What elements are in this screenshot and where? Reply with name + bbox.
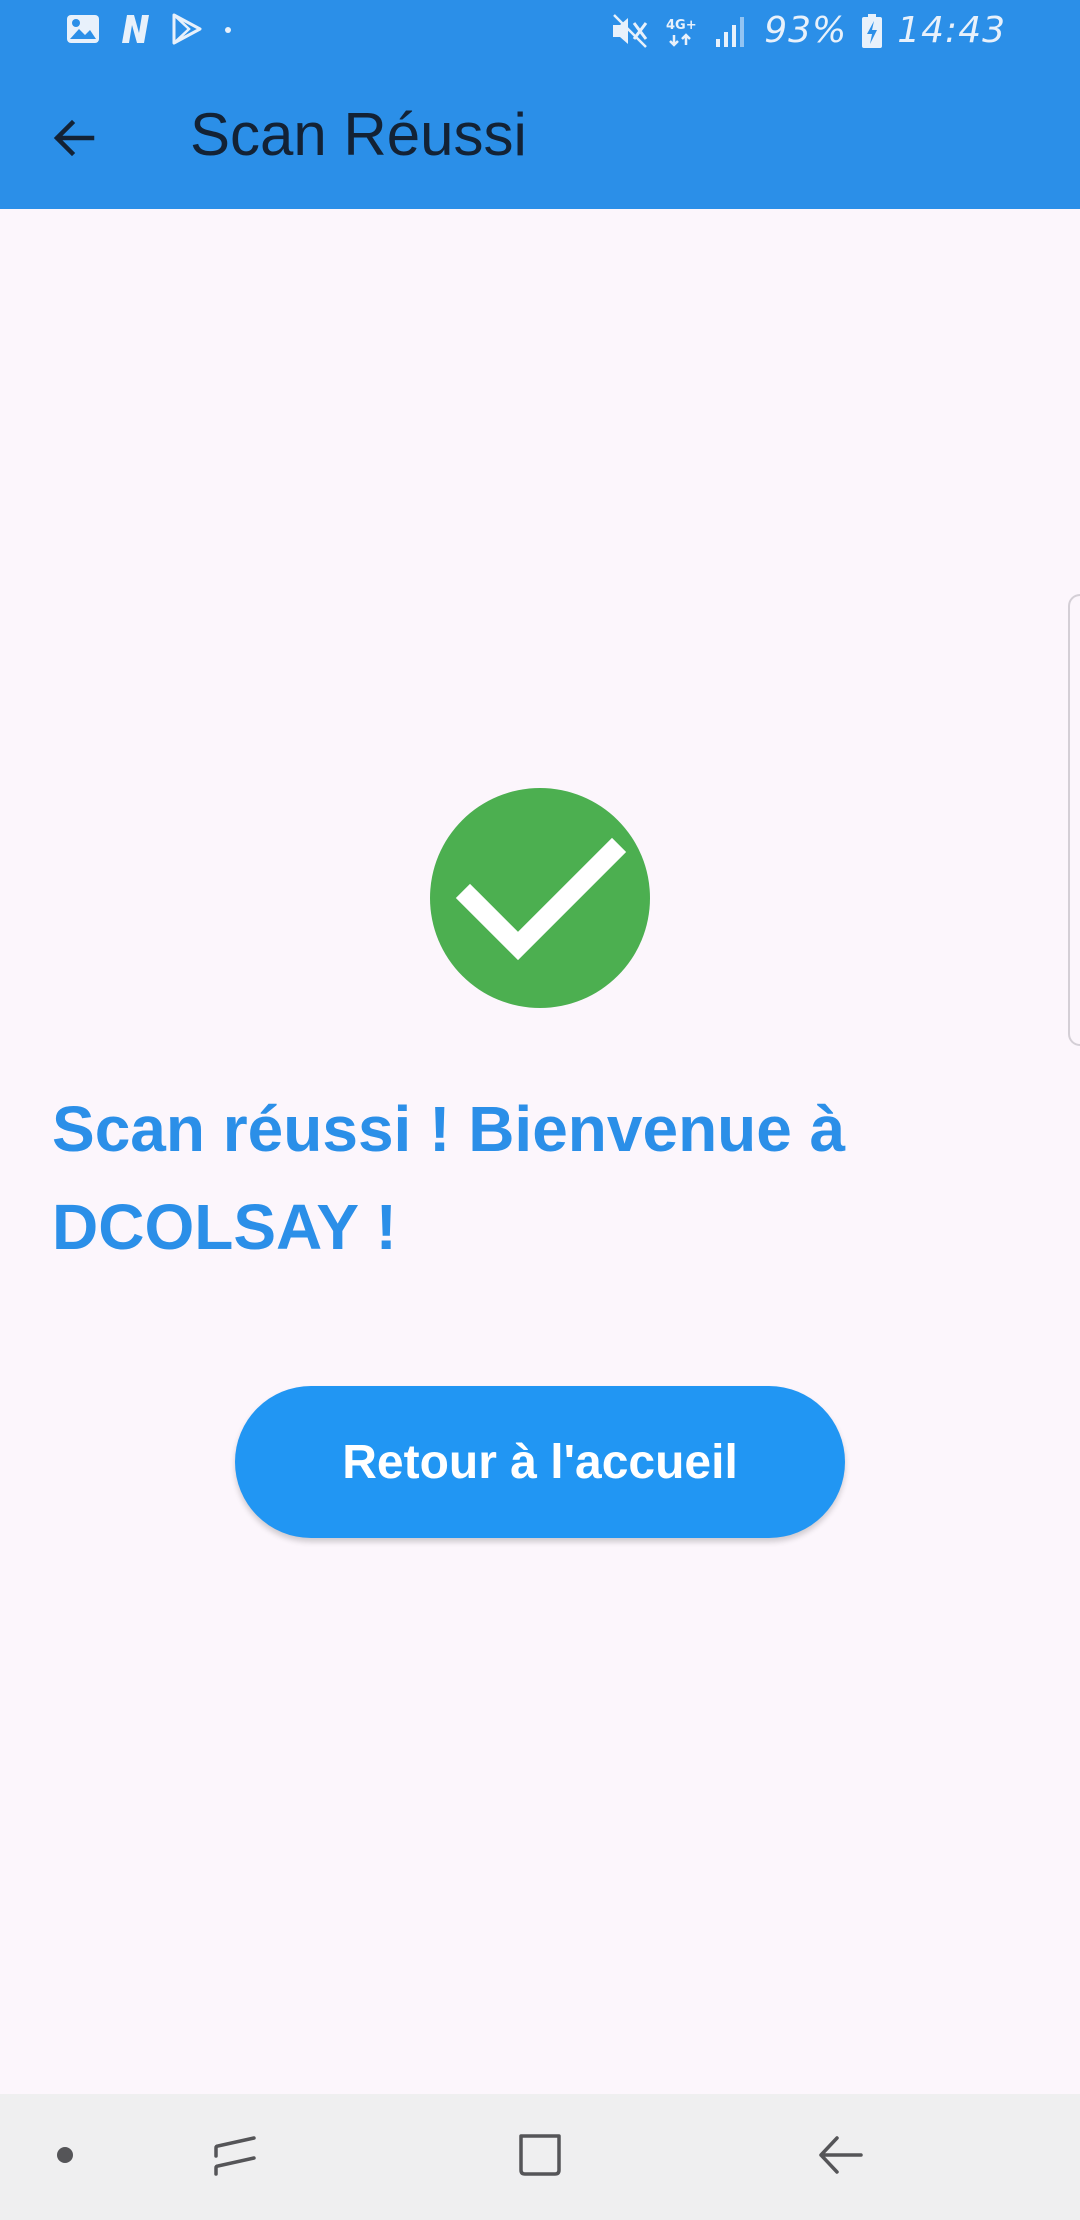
mute-icon — [610, 13, 650, 49]
dot-icon — [222, 14, 234, 44]
page-title: Scan Réussi — [190, 101, 527, 168]
navigation-bar — [0, 2094, 1080, 2220]
status-left-icons — [66, 12, 234, 46]
back-icon — [815, 2130, 865, 2185]
app-bar: Scan Réussi — [0, 64, 1080, 209]
edge-panel-handle[interactable] — [1068, 594, 1080, 1046]
status-right-icons: 4G+ 93% 14:43 — [610, 10, 1006, 51]
battery-charging-icon — [861, 13, 883, 49]
netflix-n-icon — [118, 13, 152, 45]
status-bar: 4G+ 93% 14:43 — [0, 0, 1080, 64]
recents-icon — [210, 2130, 260, 2185]
play-store-icon — [170, 12, 204, 46]
4g-plus-icon: 4G+ — [664, 13, 700, 49]
status-time: 14:43 — [897, 10, 1006, 51]
arrow-left-icon — [50, 114, 98, 162]
recents-button[interactable] — [190, 2094, 280, 2220]
back-button[interactable] — [34, 98, 114, 178]
gallery-icon — [66, 14, 100, 44]
nav-dot-button[interactable] — [30, 2094, 100, 2220]
screen: 4G+ 93% 14:43 Scan Réussi Scan réussi ! … — [0, 0, 1080, 2220]
signal-icon — [714, 13, 750, 49]
svg-text:4G+: 4G+ — [666, 18, 697, 33]
home-icon — [515, 2130, 565, 2185]
battery-percent: 93% — [764, 10, 848, 51]
dot-icon — [55, 2145, 75, 2170]
back-nav-button[interactable] — [795, 2094, 885, 2220]
success-message: Scan réussi ! Bienvenue à DCOLSAY ! — [52, 1093, 846, 1263]
home-button[interactable]: Retour à l'accueil — [235, 1386, 845, 1538]
home-nav-button[interactable] — [495, 2094, 585, 2220]
check-circle-icon — [430, 788, 650, 1008]
